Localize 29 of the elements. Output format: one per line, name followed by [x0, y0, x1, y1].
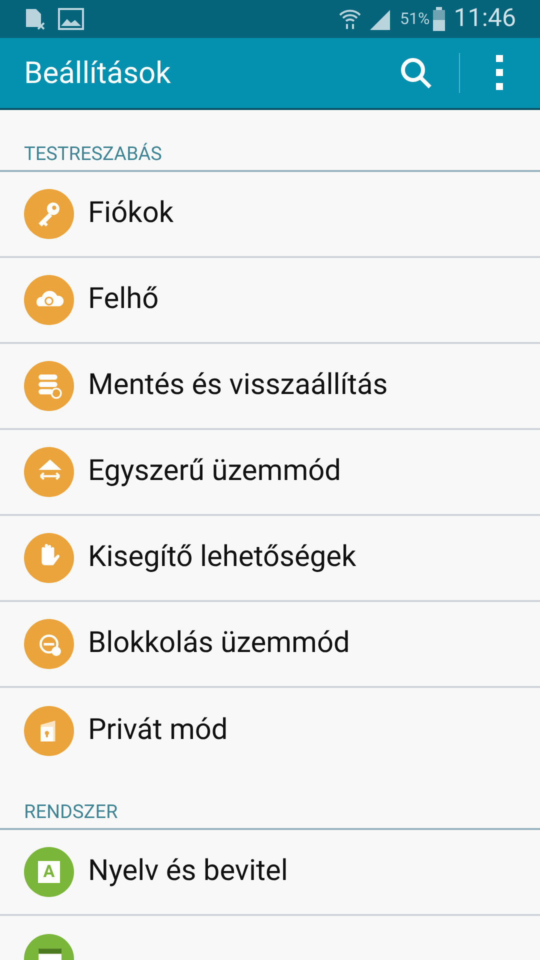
- settings-item[interactable]: Blokkolás üzemmód: [0, 602, 540, 688]
- settings-item[interactable]: Mentés és visszaállítás: [0, 344, 540, 430]
- section-header: TESTRESZABÁS: [23, 142, 163, 167]
- settings-item-label: Mentés és visszaállítás: [88, 367, 388, 404]
- sim-card-icon: [24, 7, 46, 31]
- settings-item-label: Kisegítő lehetőségek: [88, 539, 356, 576]
- settings-item[interactable]: Kisegítő lehetőségek: [0, 516, 540, 602]
- image-icon: [58, 8, 84, 30]
- battery-icon: [432, 7, 446, 31]
- battery-percent: 51%: [400, 8, 430, 30]
- settings-item-label: Nyelv és bevitel: [88, 853, 288, 890]
- signal-icon: [368, 8, 392, 30]
- clock: 11:46: [454, 3, 516, 36]
- settings-item[interactable]: A Nyelv és bevitel: [0, 830, 540, 916]
- app-title: Beállítások: [24, 54, 172, 92]
- wifi-icon: [338, 7, 362, 31]
- settings-item-label: Felhő: [88, 281, 159, 318]
- section-header: RENDSZER: [23, 800, 119, 825]
- settings-item-label: Egyszerű üzemmód: [88, 453, 342, 490]
- settings-item-label: Fiókok: [88, 195, 174, 232]
- settings-item[interactable]: Felhő: [0, 258, 540, 344]
- icon-letter: A: [38, 861, 60, 883]
- settings-item-label: Blokkolás üzemmód: [88, 625, 350, 662]
- settings-item[interactable]: Egyszerű üzemmód: [0, 430, 540, 516]
- settings-item[interactable]: Privát mód: [0, 688, 540, 774]
- search-icon: [399, 56, 433, 90]
- settings-item[interactable]: Fiókok: [0, 172, 540, 258]
- settings-item-label: Privát mód: [88, 712, 228, 750]
- more-icon: [496, 55, 504, 91]
